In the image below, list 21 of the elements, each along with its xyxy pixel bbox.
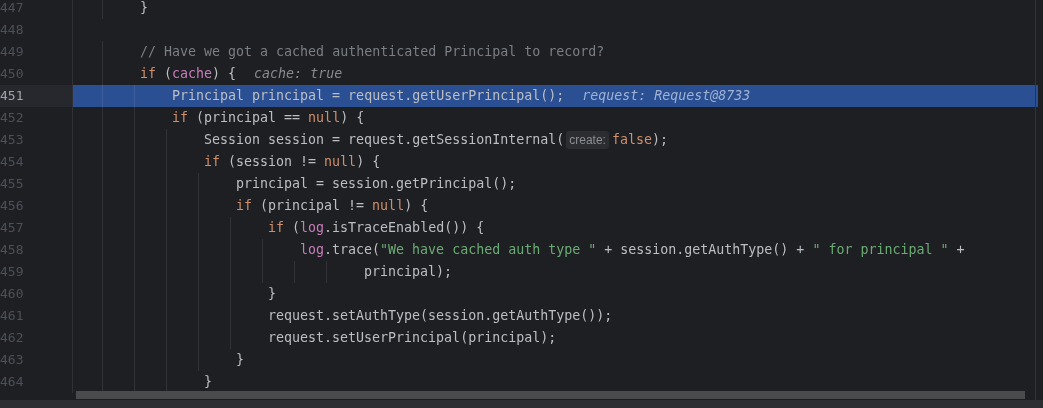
inline-value-hint: request: Request@8733 [582, 87, 751, 105]
line-number: 451 [0, 87, 24, 105]
code-line: principal = session.getPrincipal(); [236, 175, 517, 193]
code-line: } [140, 0, 148, 17]
code-line: // Have we got a cached authenticated Principal to record? [140, 43, 605, 61]
code-line: if (principal == null) { [172, 109, 365, 127]
code-line: log.trace("We have cached auth type " + session.getAuthType() + " for principal " + [300, 241, 965, 259]
horizontal-scrollbar[interactable] [76, 391, 1025, 399]
code-line: principal); [364, 263, 453, 281]
code-line: Session session = request.getSessionInternal( create: false); [204, 130, 668, 151]
code-line: Principal principal = request.getUserPrincipal(); [172, 87, 565, 105]
code-line: request.setAuthType(session.getAuthType()); [268, 307, 613, 325]
code-line: if (principal != null) { [236, 197, 429, 215]
code-line: if (cache) { [140, 65, 237, 83]
code-line: } [204, 373, 212, 391]
inline-value-hint: cache: true [254, 65, 343, 83]
code-line: request.setUserPrincipal(principal); [268, 329, 557, 347]
code-line: } [268, 285, 276, 303]
code-line: if (log.isTraceEnabled()) { [268, 219, 485, 237]
code-line: if (session != null) { [204, 153, 381, 171]
code-line: } [236, 351, 244, 369]
